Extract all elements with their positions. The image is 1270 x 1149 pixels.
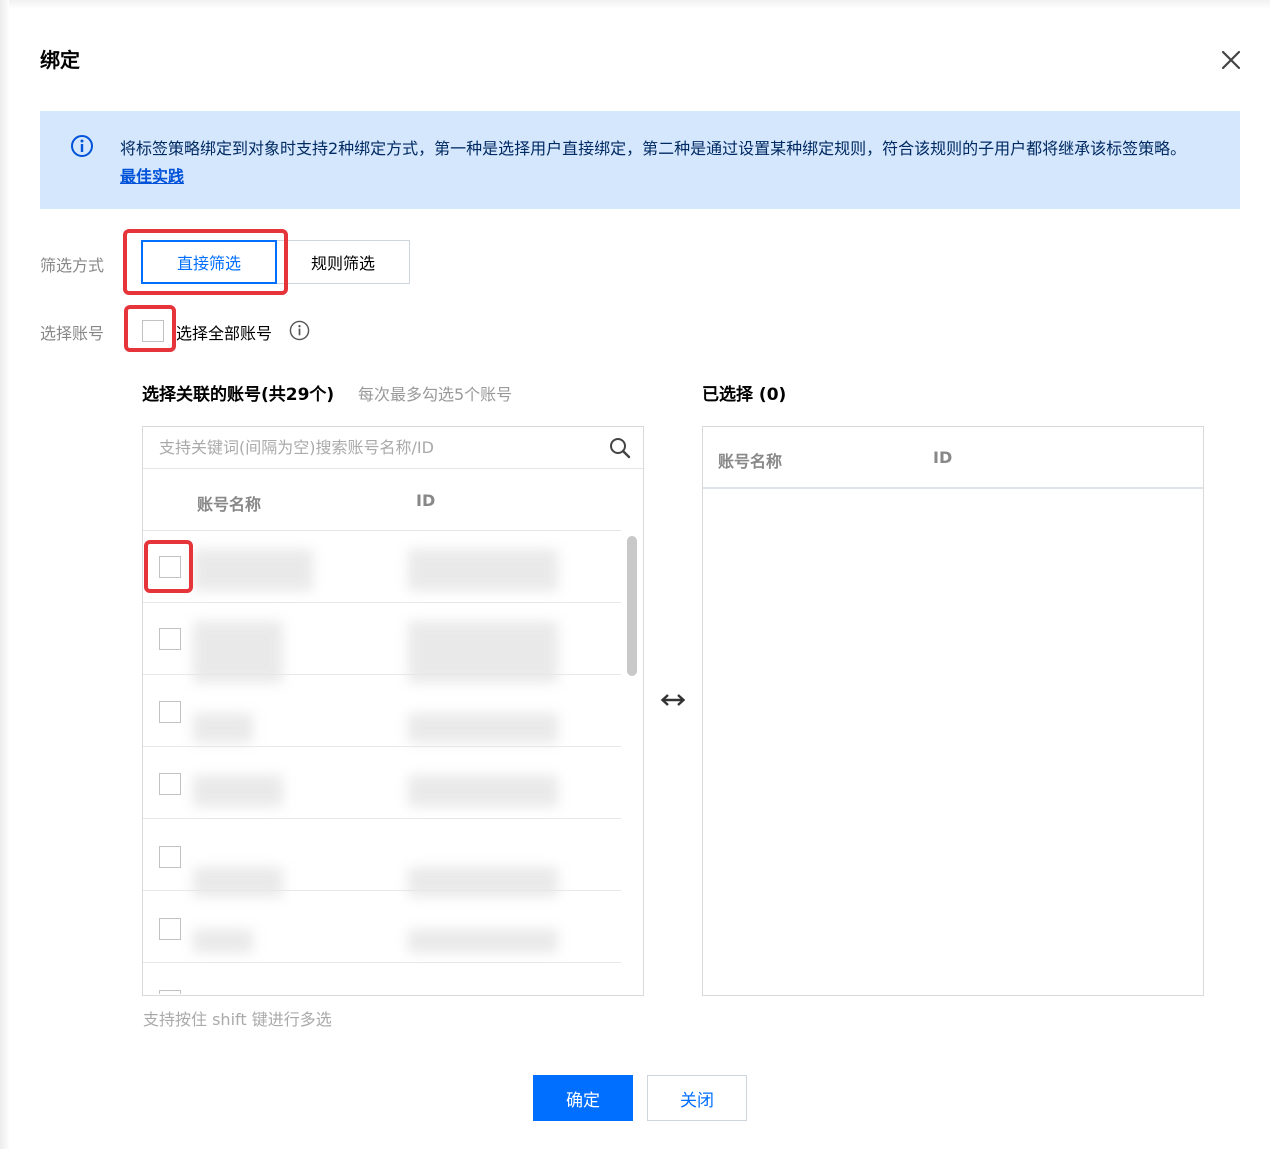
row-checkbox[interactable] — [159, 773, 181, 795]
redacted-name — [193, 775, 283, 807]
info-circle-icon[interactable] — [289, 320, 310, 341]
notice-text: 将标签策略绑定到对象时支持2种绑定方式，第一种是选择用户直接绑定，第二种是通过设… — [120, 135, 1200, 191]
notice-banner: 将标签策略绑定到对象时支持2种绑定方式，第一种是选择用户直接绑定，第二种是通过设… — [40, 111, 1240, 209]
redacted-name — [193, 713, 253, 743]
selected-header-divider — [703, 487, 1203, 489]
selected-panel-title: 已选择 (0) — [702, 385, 787, 405]
select-all-label: 选择全部账号 — [176, 324, 273, 343]
search-icon[interactable] — [609, 437, 631, 459]
redacted-name — [193, 929, 253, 953]
column-header-id[interactable]: ID — [416, 491, 435, 510]
redacted-id — [408, 775, 558, 807]
tab-rule-filter[interactable]: 规则筛选 — [277, 240, 410, 284]
selected-column-header-account-name[interactable]: 账号名称 — [718, 448, 782, 472]
dialog-title: 绑定 — [40, 48, 80, 72]
left-panel-hint: 每次最多勾选5个账号 — [358, 385, 513, 404]
scrollbar-thumb[interactable] — [627, 536, 637, 676]
select-all-checkbox[interactable] — [142, 320, 164, 342]
table-row[interactable] — [143, 747, 621, 819]
table-row[interactable] — [143, 603, 621, 683]
select-account-label: 选择账号 — [40, 324, 105, 343]
redacted-id — [408, 621, 558, 683]
confirm-button[interactable]: 确定 — [533, 1075, 633, 1121]
multi-select-hint: 支持按住 shift 键进行多选 — [143, 1010, 332, 1029]
close-dialog-button[interactable]: 关闭 — [647, 1075, 747, 1121]
filter-label: 筛选方式 — [40, 256, 105, 275]
row-checkbox[interactable] — [159, 628, 181, 650]
left-right-arrow-icon — [660, 694, 686, 706]
selected-list-panel — [702, 426, 1204, 996]
redacted-name — [193, 549, 313, 591]
column-header-account-name[interactable]: 账号名称 — [197, 491, 261, 515]
table-row[interactable] — [143, 675, 621, 747]
table-row[interactable] — [143, 819, 621, 897]
notice-message: 将标签策略绑定到对象时支持2种绑定方式，第一种是选择用户直接绑定，第二种是通过设… — [120, 139, 1187, 158]
redacted-id — [408, 929, 558, 953]
table-row[interactable] — [143, 966, 621, 994]
close-button[interactable] — [1218, 46, 1244, 74]
close-icon — [1221, 50, 1241, 70]
row-checkbox[interactable] — [159, 701, 181, 723]
tab-direct-filter[interactable]: 直接筛选 — [141, 240, 277, 284]
left-panel-title: 选择关联的账号(共29个) — [142, 385, 335, 405]
info-icon — [71, 135, 93, 157]
row-checkbox[interactable] — [159, 990, 181, 994]
row-checkbox[interactable] — [159, 846, 181, 868]
row-checkbox[interactable] — [159, 556, 181, 578]
redacted-id — [408, 713, 558, 743]
row-checkbox[interactable] — [159, 918, 181, 940]
selected-column-header-id[interactable]: ID — [933, 448, 952, 467]
redacted-name — [193, 621, 283, 683]
table-row[interactable] — [143, 891, 621, 963]
table-row[interactable] — [143, 531, 621, 603]
redacted-id — [408, 549, 558, 591]
best-practice-link[interactable]: 最佳实践 — [120, 167, 184, 186]
search-input[interactable] — [143, 427, 643, 469]
